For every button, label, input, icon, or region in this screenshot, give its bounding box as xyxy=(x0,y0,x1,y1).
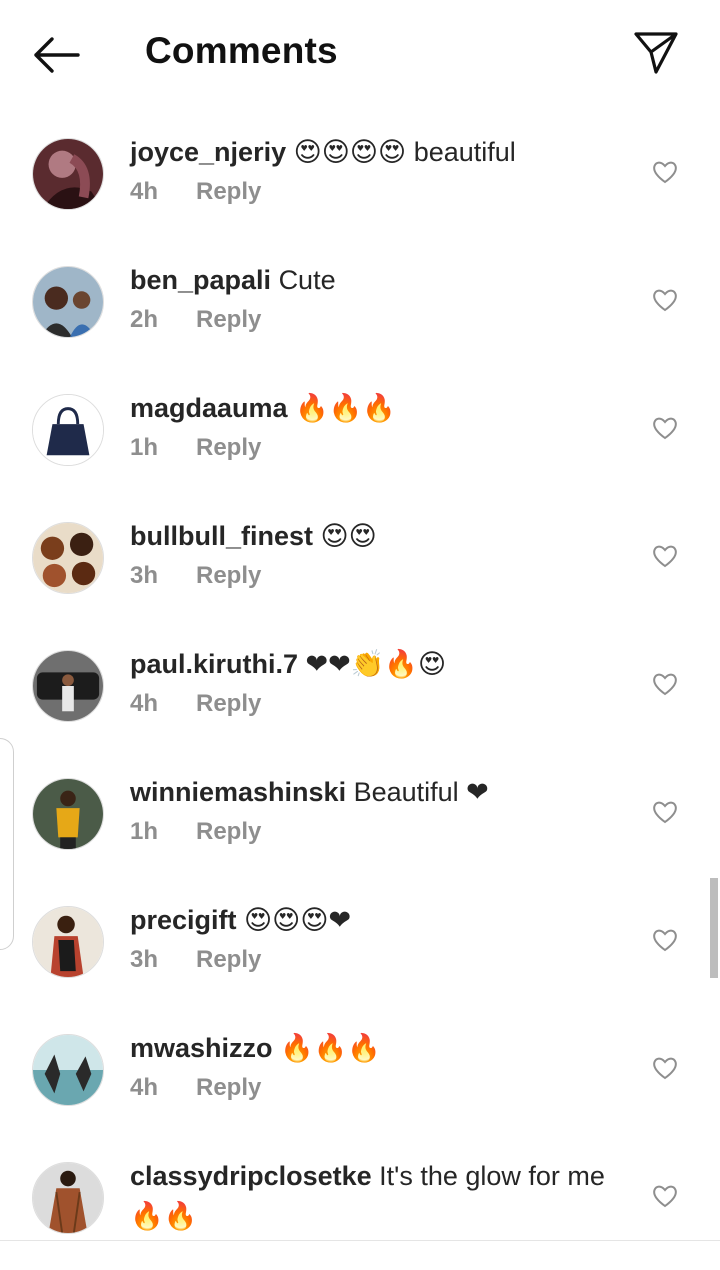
comment-item: joyce_njeriy 😍😍😍😍 beautiful 4h Reply xyxy=(0,118,720,246)
paper-plane-icon[interactable] xyxy=(632,30,680,76)
reply-button[interactable]: Reply xyxy=(196,306,261,333)
comment-username[interactable]: bullbull_finest xyxy=(130,521,313,551)
reply-button[interactable]: Reply xyxy=(196,818,261,845)
comment-time: 3h xyxy=(130,946,159,973)
comment-item: magdaauma 🔥🔥🔥 1h Reply xyxy=(0,374,720,502)
comment-username[interactable]: paul.kiruthi.7 xyxy=(130,649,298,679)
avatar[interactable] xyxy=(32,1034,104,1106)
comment-time: 3h xyxy=(130,562,159,589)
comment-username[interactable]: mwashizzo xyxy=(130,1033,273,1063)
comment-time: 2h xyxy=(130,306,159,333)
reply-button[interactable]: Reply xyxy=(196,690,261,717)
comment-time: 4h xyxy=(130,690,159,717)
avatar[interactable] xyxy=(32,650,104,722)
comment-username[interactable]: winniemashinski xyxy=(130,777,346,807)
comment-username[interactable]: classydripclosetke xyxy=(130,1161,372,1191)
comment-username[interactable]: joyce_njeriy xyxy=(130,137,286,167)
avatar[interactable] xyxy=(32,394,104,466)
comment-item: precigift 😍😍😍❤ 3h Reply xyxy=(0,886,720,1014)
comment-time: 1h xyxy=(130,434,159,461)
heart-icon[interactable] xyxy=(652,160,678,184)
comment-item: bullbull_finest 😍😍 3h Reply xyxy=(0,502,720,630)
avatar[interactable] xyxy=(32,1162,104,1234)
heart-icon[interactable] xyxy=(652,416,678,440)
comment-text: 🔥🔥🔥 xyxy=(280,1033,381,1063)
heart-icon[interactable] xyxy=(652,1056,678,1080)
comment-text: Cute xyxy=(278,265,336,295)
comment-item: winniemashinski Beautiful ❤ 1h Reply xyxy=(0,758,720,886)
avatar[interactable] xyxy=(32,522,104,594)
avatar[interactable] xyxy=(32,266,104,338)
comment-text: 🔥🔥🔥 xyxy=(295,393,396,423)
reply-button[interactable]: Reply xyxy=(196,946,261,973)
reply-button[interactable]: Reply xyxy=(196,1074,261,1101)
comments-list: joyce_njeriy 😍😍😍😍 beautiful 4h Reply ben_… xyxy=(0,118,720,1270)
comment-text: 😍😍 xyxy=(320,521,377,551)
header: Comments xyxy=(0,0,720,110)
edge-panel-handle[interactable] xyxy=(0,738,14,950)
heart-icon[interactable] xyxy=(652,544,678,568)
comment-username[interactable]: ben_papali xyxy=(130,265,271,295)
avatar[interactable] xyxy=(32,138,104,210)
reply-button[interactable]: Reply xyxy=(196,434,261,461)
heart-icon[interactable] xyxy=(652,800,678,824)
comment-item: ben_papali Cute 2h Reply xyxy=(0,246,720,374)
comment-time: 4h xyxy=(130,178,159,205)
reply-button[interactable]: Reply xyxy=(196,178,261,205)
comment-username[interactable]: precigift xyxy=(130,905,237,935)
divider xyxy=(0,1240,720,1241)
comment-username[interactable]: magdaauma xyxy=(130,393,288,423)
avatar[interactable] xyxy=(32,906,104,978)
comment-item: classydripclosetke It's the glow for me … xyxy=(0,1142,720,1270)
heart-icon[interactable] xyxy=(652,288,678,312)
page-title: Comments xyxy=(145,30,338,71)
comment-item: paul.kiruthi.7 ❤❤👏🔥😍 4h Reply xyxy=(0,630,720,758)
heart-icon[interactable] xyxy=(652,672,678,696)
heart-icon[interactable] xyxy=(652,1184,678,1208)
reply-button[interactable]: Reply xyxy=(196,562,261,589)
comment-text: ❤❤👏🔥😍 xyxy=(305,649,447,679)
comment-text: 😍😍😍❤ xyxy=(244,905,352,935)
arrow-left-icon[interactable] xyxy=(30,34,82,76)
avatar[interactable] xyxy=(32,778,104,850)
heart-icon[interactable] xyxy=(652,928,678,952)
comment-text: Beautiful ❤ xyxy=(353,777,489,807)
comment-item: mwashizzo 🔥🔥🔥 4h Reply xyxy=(0,1014,720,1142)
comment-text: 😍😍😍😍 beautiful xyxy=(293,137,516,167)
comment-time: 4h xyxy=(130,1074,159,1101)
comment-time: 1h xyxy=(130,818,159,845)
scrollbar[interactable] xyxy=(710,878,718,978)
